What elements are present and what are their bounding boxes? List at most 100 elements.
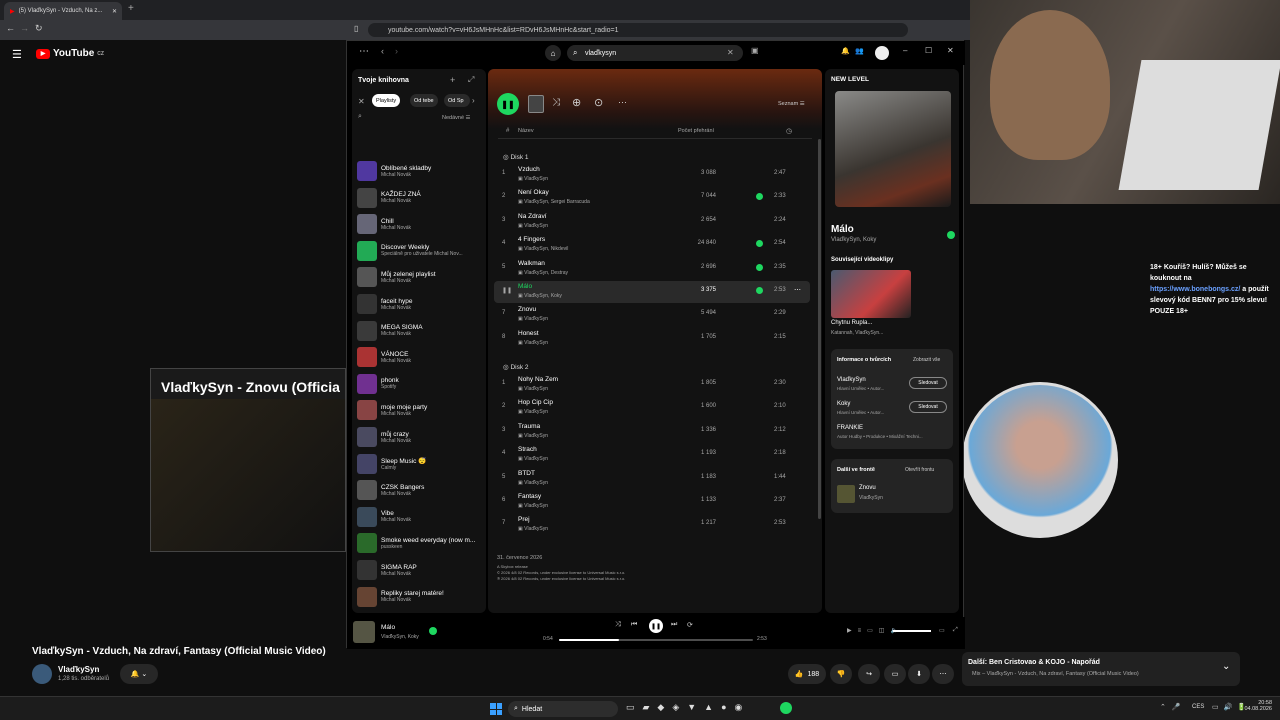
saved-check-icon[interactable] [756,240,763,248]
video-thumbnail[interactable] [831,270,911,318]
library-item[interactable]: YzoMichal Novák [357,611,485,613]
youtube-logo[interactable]: ▶ YouTube CZ [36,48,104,59]
scrollbar[interactable] [818,139,821,519]
more-icon[interactable]: ⋯ [932,664,954,684]
maximize-icon[interactable]: ☐ [925,46,932,55]
back-icon[interactable]: ← [6,23,15,33]
minimize-icon[interactable]: – [903,46,907,55]
track-title[interactable]: Prej [518,516,530,523]
close-tab-icon[interactable]: ✕ [112,8,117,15]
profile-avatar[interactable] [875,46,889,60]
track-row[interactable]: 3 Na Zdraví ▣ VlaďkySyn 2 654 2:24 [494,211,810,233]
library-item[interactable]: phonk Spotify [357,372,485,396]
library-item[interactable]: MEGA SIGMA Michal Novák [357,319,485,343]
miniplayer[interactable]: VlaďkySyn - Znovu (Officia [150,368,346,552]
more-menu-icon[interactable]: ⋯ [359,46,369,57]
track-artists[interactable]: ▣ VlaďkySyn [518,503,548,509]
notifications-bell-icon[interactable]: 🔔 ⌄ [120,664,158,684]
filter-by-spotify[interactable]: Od Sp [444,94,470,107]
library-item[interactable]: moje moje party Michal Novák [357,398,485,422]
track-title[interactable]: Na Zdraví [518,213,547,220]
track-row[interactable]: 7 Prej ▣ VlaďkySyn 1 217 2:53 [494,514,810,536]
track-artists[interactable]: ▣ VlaďkySyn [518,176,548,182]
next-icon[interactable]: ⏭ [671,621,677,629]
track-title[interactable]: Fantasy [518,493,541,500]
library-item[interactable]: Chill Michal Novák [357,212,485,236]
track-artists[interactable]: ▣ VlaďkySyn, Koky [518,293,562,299]
close-filter-icon[interactable]: ✕ [358,97,365,106]
fullscreen-icon[interactable]: ⤢ [953,627,958,634]
track-artists[interactable]: ▣ VlaďkySyn [518,223,548,229]
saved-check-icon[interactable] [947,231,955,239]
follow-button-1[interactable]: Sledovat [909,377,947,389]
track-row[interactable]: 5 Walkman ▣ VlaďkySyn, Destray 2 696 2:3… [494,258,810,280]
track-row[interactable]: 6 Fantasy ▣ VlaďkySyn 1 133 2:37 [494,491,810,513]
queue-track-title[interactable]: Znovu [859,485,876,491]
track-row[interactable]: ❚❚ Málo ▣ VlaďkySyn, Koky 3 375 2:53 ⋯ [494,281,810,303]
np-artists[interactable]: VlaďkySyn, Koky [831,237,876,243]
track-row[interactable]: 8 Honest ▣ VlaďkySyn 1 705 2:15 [494,328,810,350]
library-item[interactable]: Sleep Music 😴 Calmly [357,452,485,476]
add-icon[interactable]: ⊕ [572,96,581,109]
volume-slider[interactable] [893,630,931,632]
up-next-card[interactable]: Další: Ben Cristovao & KOJO - Napořád Mi… [962,652,1240,686]
library-item[interactable]: faceit hype Michal Novák [357,292,485,316]
library-item[interactable]: Smoke weed everyday (now m... pusskeen [357,531,485,555]
track-row[interactable]: 2 Není Okay ▣ VlaďkySyn, Sergei Barracud… [494,187,810,209]
close-window-icon[interactable]: ✕ [947,46,954,55]
library-item[interactable]: Discover Weekly Speciálně pro uživatele M… [357,239,485,263]
download-album-icon[interactable]: ⊙ [594,96,603,109]
dislike-icon[interactable]: 👎 [830,664,852,684]
chevron-down-icon[interactable]: ⌄ [1222,661,1230,672]
search-input[interactable]: ⌕ vlaďkysyn ✕ [567,45,743,61]
clear-search-icon[interactable]: ✕ [727,48,734,57]
library-search-icon[interactable]: ⌕ [358,113,362,121]
filter-playlists[interactable]: Playlisty [372,94,401,107]
track-title[interactable]: Trauma [518,423,540,430]
track-title[interactable]: Hop Cip Cip [518,399,553,406]
shuffle-icon[interactable]: ⤨ [552,97,560,108]
track-title[interactable]: Walkman [518,260,545,267]
track-row[interactable]: 3 Trauma ▣ VlaďkySyn 1 336 2:12 [494,421,810,443]
track-title[interactable]: Strach [518,446,537,453]
follow-button-2[interactable]: Sledovat [909,401,947,413]
library-item[interactable]: Vibe Michal Novák [357,505,485,529]
library-item[interactable]: Můj zelenej playlist Michal Novák [357,265,485,289]
new-tab-icon[interactable]: + [128,3,134,14]
track-artists[interactable]: ▣ VlaďkySyn, Sergei Barracuda [518,199,590,205]
player-pause-button[interactable]: ❚❚ [649,619,663,633]
track-artists[interactable]: ▣ VlaďkySyn, Destray [518,270,568,276]
like-button[interactable]: 👍 188 [788,664,826,684]
video-title-sp[interactable]: Chytnu Rupla... [831,320,872,326]
track-artists[interactable]: ▣ VlaďkySyn [518,316,548,322]
create-icon[interactable]: + [450,75,455,85]
miniplayer-icon[interactable]: ▭ [939,627,945,634]
track-row[interactable]: 1 Nohy Na Zem ▣ VlaďkySyn 1 805 2:30 [494,374,810,396]
forward-icon[interactable]: → [20,23,29,33]
filter-next-icon[interactable]: › [472,96,475,105]
previous-icon[interactable]: ⏮ [631,621,637,629]
channel-avatar[interactable] [32,664,52,684]
album-more-icon[interactable]: ⋯ [618,97,627,108]
saved-check-icon[interactable] [756,287,763,294]
nav-back-icon[interactable]: ‹ [381,46,384,56]
friends-icon[interactable]: 👥 [855,47,864,55]
sort-dropdown[interactable]: Nedávné ☰ [442,115,471,121]
track-artists[interactable]: ▣ VlaďkySyn [518,480,548,486]
tray-icons[interactable]: ⌃🎤 [1160,703,1187,711]
track-row[interactable]: 5 BTDT ▣ VlaďkySyn 1 183 1:44 [494,468,810,490]
track-row[interactable]: 2 Hop Cip Cip ▣ VlaďkySyn 1 600 2:10 [494,397,810,419]
url-bar[interactable]: youtube.com/watch?v=vH6JsMHnHc&list=RDvH… [368,23,908,37]
track-artists[interactable]: ▣ VlaďkySyn [518,409,548,415]
player-title[interactable]: Málo [381,624,395,631]
view-mode-dropdown[interactable]: Seznam ☰ [778,101,805,107]
menu-icon[interactable]: ☰ [12,48,22,61]
bookmark-icon[interactable]: ▯ [354,24,358,33]
player-artists[interactable]: VlaďkySyn, Koky [381,634,419,640]
track-row[interactable]: 4 Strach ▣ VlaďkySyn 1 193 2:18 [494,444,810,466]
language-indicator[interactable]: CES [1192,704,1204,710]
library-item[interactable]: VÁNOCE Michal Novák [357,345,485,369]
track-title[interactable]: Honest [518,330,539,337]
track-artists[interactable]: ▣ VlaďkySyn [518,526,548,532]
track-title[interactable]: Nohy Na Zem [518,376,558,383]
